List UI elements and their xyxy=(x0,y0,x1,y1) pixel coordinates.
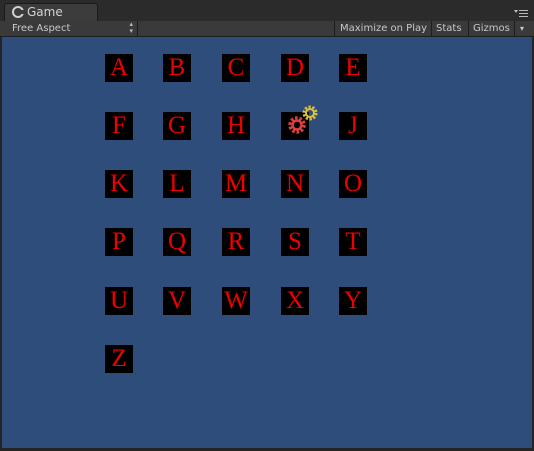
letter-tile-m: M xyxy=(222,170,250,198)
gizmos-label: Gizmos xyxy=(473,23,510,34)
stats-toggle[interactable]: Stats xyxy=(432,21,469,36)
tab-title: Game xyxy=(27,5,63,19)
letter-tile-c: C xyxy=(222,54,250,82)
letter-tile-s: S xyxy=(281,228,309,256)
tab-game[interactable]: Game xyxy=(4,3,98,21)
letter-tile-o: O xyxy=(339,170,367,198)
letter-tile-p: P xyxy=(105,228,133,256)
game-toolbar: Free Aspect ▴ ▾ Maximize on Play Stats Gi… xyxy=(0,21,534,37)
letter-tile-h: H xyxy=(222,112,250,140)
letter-tile-z: Z xyxy=(105,345,133,373)
gear-icon xyxy=(288,105,318,134)
letter-tile-x: X xyxy=(281,287,309,315)
letter-tile-n: N xyxy=(281,170,309,198)
letter-tile-j: J xyxy=(339,112,367,140)
letter-tile-q: Q xyxy=(163,228,191,256)
dropdown-arrows-icon: ▴ ▾ xyxy=(129,20,133,35)
letter-tile-k: K xyxy=(105,170,133,198)
letter-tile-g: G xyxy=(163,112,191,140)
gizmos-dropdown[interactable]: ▾ xyxy=(514,21,534,36)
letter-tile-a: A xyxy=(105,54,133,82)
tab-bar: Game xyxy=(0,0,534,21)
letter-tile-v: V xyxy=(163,287,191,315)
window-menu-icon[interactable] xyxy=(514,8,528,18)
letter-tile-t: T xyxy=(339,228,367,256)
chevron-down-icon: ▾ xyxy=(520,24,525,33)
maximize-on-play-toggle[interactable]: Maximize on Play xyxy=(334,21,432,36)
unity-icon xyxy=(12,6,24,18)
letter-tile-b: B xyxy=(163,54,191,82)
gizmos-toggle[interactable]: Gizmos xyxy=(469,21,514,36)
aspect-label: Free Aspect xyxy=(12,23,71,34)
letter-tile-e: E xyxy=(339,54,367,82)
letter-tile-d: D xyxy=(281,54,309,82)
letter-tile-w: W xyxy=(222,287,250,315)
letter-tile-y: Y xyxy=(339,287,367,315)
letter-tile-l: L xyxy=(163,170,191,198)
game-viewport[interactable]: A B C D E F G H J K L M N O P Q R S T U V W X Y Z xyxy=(2,37,532,448)
letter-tile-u: U xyxy=(105,287,133,315)
aspect-dropdown[interactable]: Free Aspect ▴ ▾ xyxy=(0,21,138,36)
stats-label: Stats xyxy=(436,23,462,34)
letter-tile-r: R xyxy=(222,228,250,256)
maximize-label: Maximize on Play xyxy=(340,23,428,34)
letter-tile-f: F xyxy=(105,112,133,140)
